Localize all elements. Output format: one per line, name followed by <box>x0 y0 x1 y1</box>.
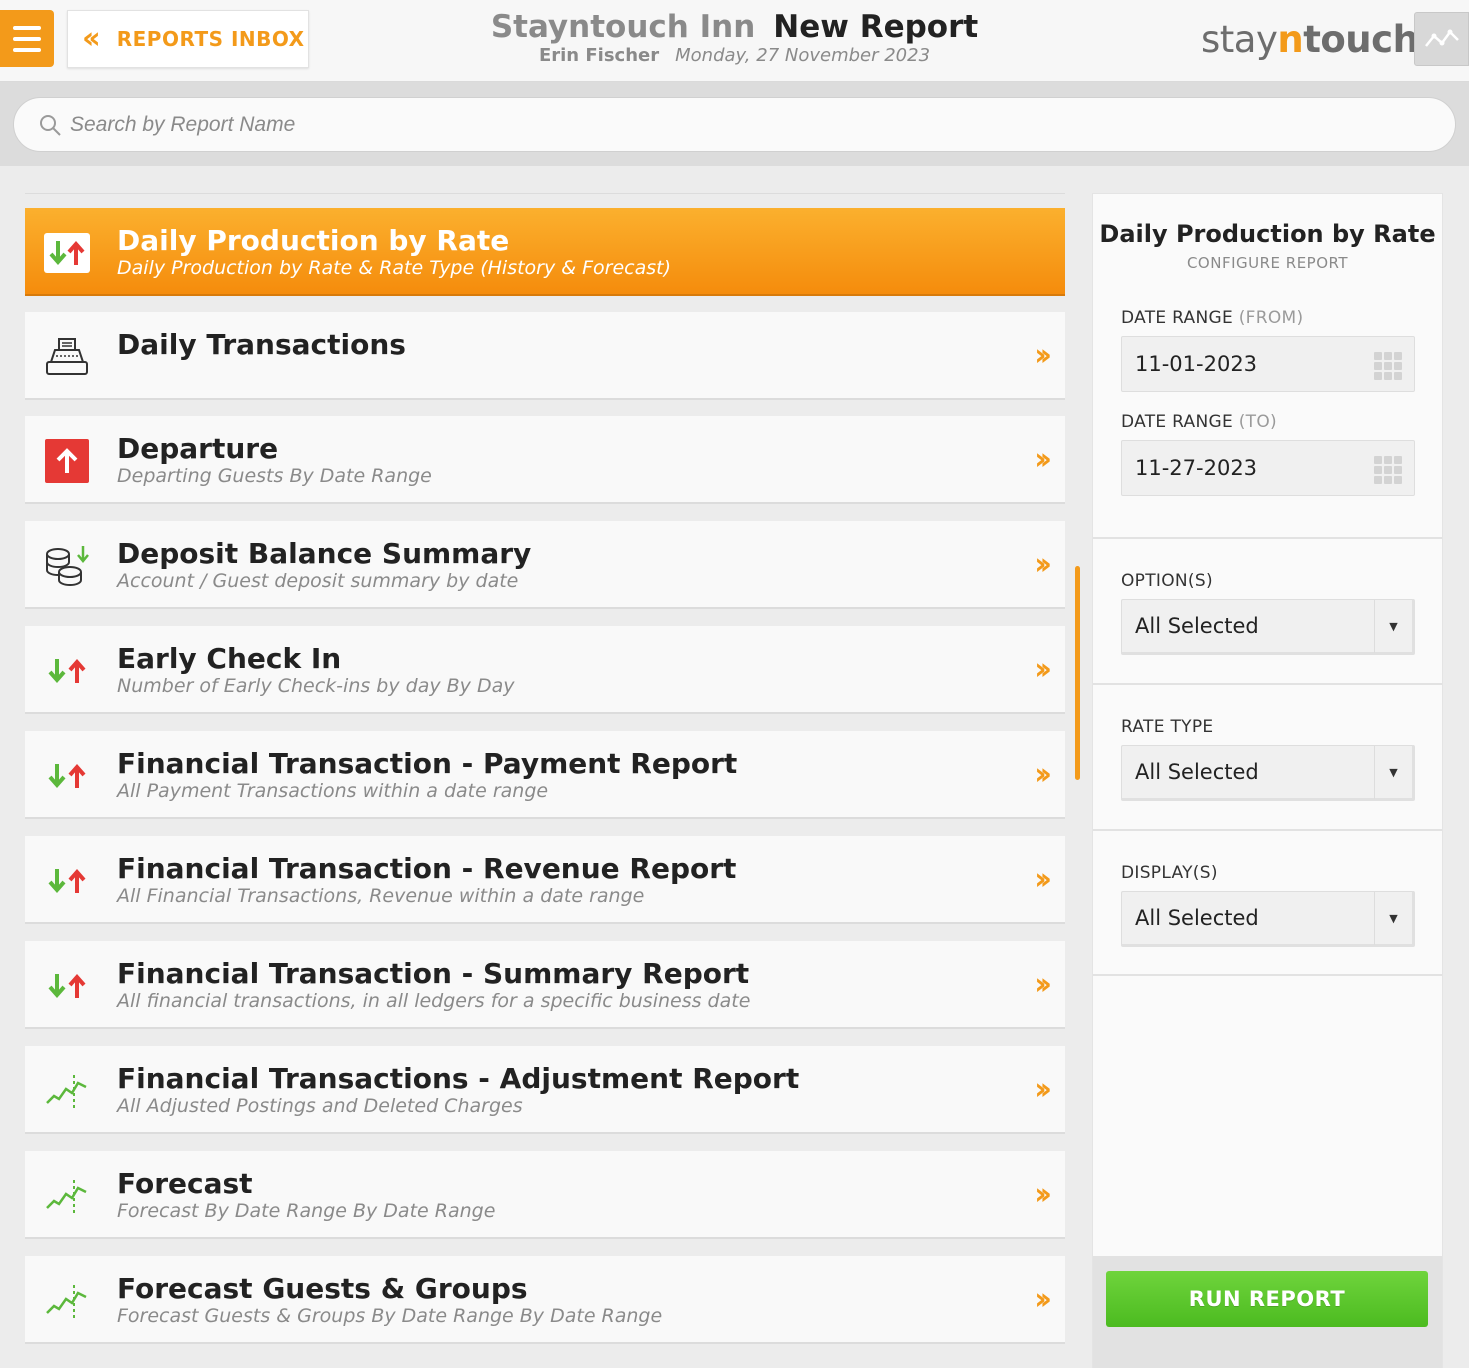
rate-type-label: RATE TYPE <box>1121 717 1214 737</box>
date-from-value: 11-01-2023 <box>1135 352 1258 376</box>
calendar-icon[interactable] <box>1374 352 1402 380</box>
run-report-button[interactable]: RUN REPORT <box>1106 1271 1428 1327</box>
report-row-payment-report[interactable]: Financial Transaction - Payment Report A… <box>25 731 1065 819</box>
double-chevron-right-icon: ›› <box>1034 442 1052 477</box>
date-from-input[interactable]: 11-01-2023 <box>1121 336 1415 392</box>
divider <box>1093 683 1442 685</box>
report-desc: All Payment Transactions within a date r… <box>117 780 549 802</box>
double-chevron-right-icon: ›› <box>1034 547 1052 582</box>
date-to-label: DATE RANGE (TO) <box>1121 412 1277 432</box>
report-row-forecast-guests-groups[interactable]: Forecast Guests & Groups Forecast Guests… <box>25 1256 1065 1344</box>
divider <box>1093 829 1442 831</box>
search-bar[interactable] <box>13 97 1456 152</box>
arrows-icon <box>43 858 91 904</box>
panel-title: Daily Production by Rate <box>1099 220 1436 248</box>
date-from-label: DATE RANGE (FROM) <box>1121 308 1304 328</box>
search-input[interactable] <box>70 112 1370 137</box>
divider <box>1093 537 1442 539</box>
arrows-icon <box>43 648 91 694</box>
report-row-early-check-in[interactable]: Early Check In Number of Early Check-ins… <box>25 626 1065 714</box>
report-name: Financial Transaction - Revenue Report <box>117 852 737 885</box>
trend-icon <box>43 1068 91 1114</box>
report-desc: Daily Production by Rate & Rate Type (Hi… <box>117 257 672 279</box>
configure-panel: Daily Production by Rate CONFIGURE REPOR… <box>1092 193 1443 1368</box>
report-name: Financial Transactions - Adjustment Repo… <box>117 1062 800 1095</box>
business-date: Monday, 27 November 2023 <box>675 45 931 66</box>
report-list: Daily Production by Rate Daily Productio… <box>25 193 1065 1368</box>
report-desc: Departing Guests By Date Range <box>117 465 432 487</box>
report-desc: Number of Early Check-ins by day By Day <box>117 675 515 697</box>
report-name: Forecast <box>117 1167 253 1200</box>
analytics-button[interactable] <box>1414 12 1469 66</box>
trend-icon <box>43 1173 91 1219</box>
rate-type-value: All Selected <box>1135 760 1259 784</box>
arrows-icon <box>43 753 91 799</box>
report-name: Early Check In <box>117 642 342 675</box>
report-name: Forecast Guests & Groups <box>117 1272 528 1305</box>
report-desc: All Adjusted Postings and Deleted Charge… <box>117 1095 523 1117</box>
double-chevron-right-icon: ›› <box>1034 338 1052 373</box>
coins-icon <box>43 543 91 589</box>
hotel-name: Stayntouch Inn <box>490 9 756 45</box>
line-graph-icon <box>1424 29 1459 47</box>
report-desc: All financial transactions, in all ledge… <box>117 990 751 1012</box>
page-title: New Report <box>773 9 979 45</box>
report-row-daily-production[interactable]: Daily Production by Rate Daily Productio… <box>25 208 1065 296</box>
report-name: Deposit Balance Summary <box>117 537 532 570</box>
list-scrollbar[interactable] <box>1075 566 1080 780</box>
arrows-icon <box>43 963 91 1009</box>
options-label: OPTION(S) <box>1121 571 1213 591</box>
panel-subtitle: CONFIGURE REPORT <box>1186 254 1349 272</box>
report-name: Financial Transaction - Summary Report <box>117 957 750 990</box>
caret-down-icon: ▼ <box>1374 746 1412 799</box>
report-row-forecast[interactable]: Forecast Forecast By Date Range By Date … <box>25 1151 1065 1239</box>
report-desc: Forecast By Date Range By Date Range <box>117 1200 496 1222</box>
report-row-daily-transactions[interactable]: Daily Transactions ›› <box>25 312 1065 400</box>
report-row-revenue-report[interactable]: Financial Transaction - Revenue Report A… <box>25 836 1065 924</box>
report-row-deposit-balance[interactable]: Deposit Balance Summary Account / Guest … <box>25 521 1065 609</box>
report-row-adjustment-report[interactable]: Financial Transactions - Adjustment Repo… <box>25 1046 1065 1134</box>
options-value: All Selected <box>1135 614 1259 638</box>
display-value: All Selected <box>1135 906 1259 930</box>
cash-register-icon <box>43 334 91 380</box>
search-icon <box>40 114 61 136</box>
display-label: DISPLAY(S) <box>1121 863 1218 883</box>
arrows-icon <box>43 230 91 276</box>
rate-type-select[interactable]: All Selected ▼ <box>1121 745 1415 801</box>
report-desc: Forecast Guests & Groups By Date Range B… <box>117 1305 663 1327</box>
divider <box>1093 974 1442 976</box>
report-desc: All Financial Transactions, Revenue with… <box>117 885 645 907</box>
caret-down-icon: ▼ <box>1374 600 1412 653</box>
date-to-input[interactable]: 11-27-2023 <box>1121 440 1415 496</box>
user-name: Erin Fischer <box>538 45 660 66</box>
report-name: Daily Transactions <box>117 328 406 361</box>
double-chevron-right-icon: ›› <box>1034 967 1052 1002</box>
report-desc: Account / Guest deposit summary by date <box>117 570 519 592</box>
report-name: Financial Transaction - Payment Report <box>117 747 738 780</box>
double-chevron-right-icon: ›› <box>1034 757 1052 792</box>
calendar-icon[interactable] <box>1374 456 1402 484</box>
report-name: Daily Production by Rate <box>117 224 510 257</box>
date-to-value: 11-27-2023 <box>1135 456 1258 480</box>
options-select[interactable]: All Selected ▼ <box>1121 599 1415 655</box>
trend-icon <box>43 1278 91 1324</box>
double-chevron-right-icon: ›› <box>1034 1177 1052 1212</box>
departure-icon <box>43 438 91 484</box>
report-row-summary-report[interactable]: Financial Transaction - Summary Report A… <box>25 941 1065 1029</box>
stayntouch-logo: stayntouch <box>1201 18 1419 61</box>
display-select[interactable]: All Selected ▼ <box>1121 891 1415 947</box>
double-chevron-right-icon: ›› <box>1034 1072 1052 1107</box>
double-chevron-right-icon: ›› <box>1034 652 1052 687</box>
report-row-departure[interactable]: Departure Departing Guests By Date Range… <box>25 416 1065 504</box>
caret-down-icon: ▼ <box>1374 892 1412 945</box>
search-band <box>0 82 1469 166</box>
run-report-band: RUN REPORT <box>1093 1256 1442 1368</box>
double-chevron-right-icon: ›› <box>1034 1282 1052 1317</box>
double-chevron-right-icon: ›› <box>1034 862 1052 897</box>
report-name: Departure <box>117 432 279 465</box>
header: ‹‹ REPORTS INBOX Stayntouch Inn New Repor… <box>0 0 1469 82</box>
